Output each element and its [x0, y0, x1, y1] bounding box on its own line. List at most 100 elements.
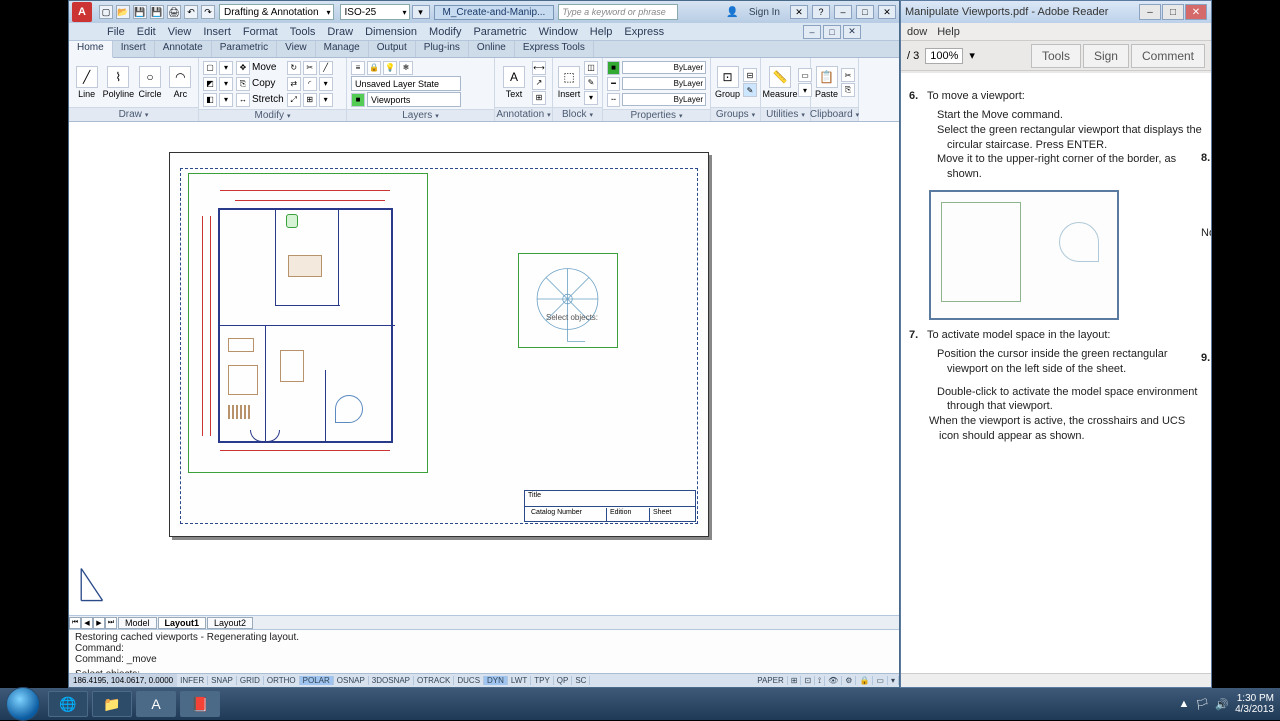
- copy-icon[interactable]: ⎘: [236, 77, 250, 91]
- status-lwt[interactable]: LWT: [508, 676, 531, 685]
- ribbon-tabs[interactable]: Home Insert Annotate Parametric View Man…: [69, 41, 899, 58]
- status-dyn[interactable]: DYN: [484, 676, 508, 685]
- menu-format[interactable]: Format: [243, 26, 278, 38]
- panel-draw-title[interactable]: Draw: [69, 107, 198, 121]
- arc-button[interactable]: ◠Arc: [167, 66, 194, 99]
- status-qp[interactable]: QP: [554, 676, 573, 685]
- taskbar-explorer-icon[interactable]: 📁: [92, 691, 132, 717]
- adobe-sign-btn[interactable]: Sign: [1083, 44, 1129, 68]
- qat-open-icon[interactable]: 📂: [116, 5, 130, 19]
- doc-close-icon[interactable]: ✕: [843, 25, 861, 39]
- menu-parametric[interactable]: Parametric: [473, 26, 526, 38]
- paper-toggle[interactable]: PAPER: [754, 676, 788, 685]
- rotate-icon[interactable]: ↻: [287, 61, 301, 75]
- adobe-comment-btn[interactable]: Comment: [1131, 44, 1205, 68]
- status-icon[interactable]: ▾: [888, 676, 899, 685]
- ltype-combo[interactable]: ByLayer: [622, 93, 706, 106]
- rtab-plugins[interactable]: Plug-ins: [416, 41, 469, 57]
- search-input[interactable]: Type a keyword or phrase: [558, 4, 678, 20]
- lweight-combo[interactable]: ByLayer: [622, 77, 706, 90]
- adobe-min-button[interactable]: –: [1139, 4, 1161, 20]
- menu-edit[interactable]: Edit: [137, 26, 156, 38]
- scale-icon[interactable]: ⤢: [287, 93, 301, 107]
- leader-icon[interactable]: ↗: [532, 76, 546, 90]
- taskbar-adobe-icon[interactable]: 📕: [180, 691, 220, 717]
- panel-block-title[interactable]: Block: [553, 107, 602, 121]
- tray-network-icon[interactable]: 🏳: [1195, 698, 1209, 711]
- adobe-document[interactable]: 6.To move a viewport: Start the Move com…: [901, 73, 1211, 673]
- acad-close-button[interactable]: ✕: [878, 5, 896, 19]
- menu-file[interactable]: File: [107, 26, 125, 38]
- color-combo[interactable]: ByLayer: [622, 61, 706, 74]
- status-snap[interactable]: SNAP: [208, 676, 237, 685]
- panel-props-title[interactable]: Properties: [603, 109, 710, 121]
- circle-button[interactable]: ○Circle: [136, 66, 163, 99]
- autocad-titlebar[interactable]: A ▢ 📂 💾 💾 🖨 ↶ ↷ Drafting & Annotation IS…: [69, 1, 899, 23]
- rtab-home[interactable]: Home: [69, 41, 113, 58]
- workspace-selector[interactable]: Drafting & Annotation: [219, 4, 334, 20]
- stretch-icon[interactable]: ↔: [236, 93, 250, 107]
- qat-undo-icon[interactable]: ↶: [184, 5, 198, 19]
- status-osnap[interactable]: OSNAP: [334, 676, 369, 685]
- dimstyle-drop-icon[interactable]: ▾: [412, 5, 430, 19]
- menu-express[interactable]: Express: [624, 26, 664, 38]
- qat-print-icon[interactable]: 🖨: [167, 5, 181, 19]
- adobe-menu-window[interactable]: dow: [907, 26, 927, 38]
- autocad-menubar[interactable]: File Edit View Insert Format Tools Draw …: [69, 23, 899, 41]
- taskbar-ie-icon[interactable]: 🌐: [48, 691, 88, 717]
- ltab-next-icon[interactable]: ▶: [93, 617, 105, 629]
- autocad-logo-icon[interactable]: A: [72, 2, 92, 22]
- status-bar[interactable]: 186.4195, 104.0617, 0.0000 INFERSNAPGRID…: [69, 673, 899, 687]
- menu-help[interactable]: Help: [590, 26, 613, 38]
- panel-util-title[interactable]: Utilities: [761, 107, 810, 121]
- taskbar-clock[interactable]: 1:30 PM4/3/2013: [1235, 693, 1274, 715]
- adobe-zoom[interactable]: 100%: [925, 48, 963, 64]
- adobe-titlebar[interactable]: Manipulate Viewports.pdf - Adobe Reader …: [901, 1, 1211, 23]
- menu-dimension[interactable]: Dimension: [365, 26, 417, 38]
- cut-icon[interactable]: ✂: [841, 68, 855, 82]
- group-button[interactable]: ⊡Group: [715, 66, 740, 99]
- ltab-layout2[interactable]: Layout2: [207, 617, 253, 629]
- tray-flag-icon[interactable]: ▲: [1179, 698, 1190, 710]
- panel-anno-title[interactable]: Annotation: [495, 107, 552, 121]
- taskbar-autocad-icon[interactable]: A: [136, 691, 176, 717]
- drawing-area[interactable]: Select objects: Title Catalog Number Edi…: [69, 122, 899, 615]
- status-ortho[interactable]: ORTHO: [264, 676, 300, 685]
- qat-save-icon[interactable]: 💾: [133, 5, 147, 19]
- table-icon[interactable]: ⊞: [532, 91, 546, 105]
- status-infer[interactable]: INFER: [177, 676, 208, 685]
- polyline-button[interactable]: ⌇Polyline: [103, 66, 133, 99]
- signin-link[interactable]: Sign In: [743, 7, 786, 18]
- status-grid[interactable]: GRID: [237, 676, 264, 685]
- array-icon[interactable]: ⊞: [303, 93, 317, 107]
- layer-state-combo[interactable]: Unsaved Layer State: [351, 76, 461, 91]
- windows-taskbar[interactable]: 🌐 📁 A 📕 ▲ 🏳 🔊 1:30 PM4/3/2013: [0, 688, 1280, 720]
- rtab-manage[interactable]: Manage: [316, 41, 369, 57]
- ltab-prev-icon[interactable]: ◀: [81, 617, 93, 629]
- rtab-view[interactable]: View: [277, 41, 316, 57]
- panel-clip-title[interactable]: Clipboard: [811, 107, 858, 121]
- region-icon[interactable]: ◧: [203, 93, 217, 107]
- ltab-model[interactable]: Model: [118, 617, 157, 629]
- status-sc[interactable]: SC: [572, 676, 590, 685]
- status-tpy[interactable]: TPY: [531, 676, 554, 685]
- help-icon[interactable]: ?: [812, 5, 830, 19]
- acad-max-button[interactable]: □: [856, 5, 874, 19]
- menu-view[interactable]: View: [168, 26, 192, 38]
- adobe-close-button[interactable]: ✕: [1185, 4, 1207, 20]
- status-icon[interactable]: ⚙: [842, 676, 856, 685]
- status-icon[interactable]: ⊞: [788, 676, 802, 685]
- measure-button[interactable]: 📏Measure: [765, 66, 795, 99]
- coords-readout[interactable]: 186.4195, 104.0617, 0.0000: [69, 674, 177, 687]
- dimstyle-selector[interactable]: ISO-25: [340, 4, 410, 20]
- system-tray[interactable]: ▲ 🏳 🔊 1:30 PM4/3/2013: [1179, 693, 1280, 715]
- insert-button[interactable]: ⬚Insert: [557, 66, 581, 99]
- rtab-output[interactable]: Output: [369, 41, 416, 57]
- group-edit-icon[interactable]: ✎: [743, 83, 757, 97]
- ungroup-icon[interactable]: ⊟: [743, 68, 757, 82]
- menu-modify[interactable]: Modify: [429, 26, 461, 38]
- menu-window[interactable]: Window: [539, 26, 578, 38]
- rtab-annotate[interactable]: Annotate: [155, 41, 212, 57]
- doc-min-icon[interactable]: –: [803, 25, 821, 39]
- status-icon[interactable]: 🔒: [856, 676, 873, 685]
